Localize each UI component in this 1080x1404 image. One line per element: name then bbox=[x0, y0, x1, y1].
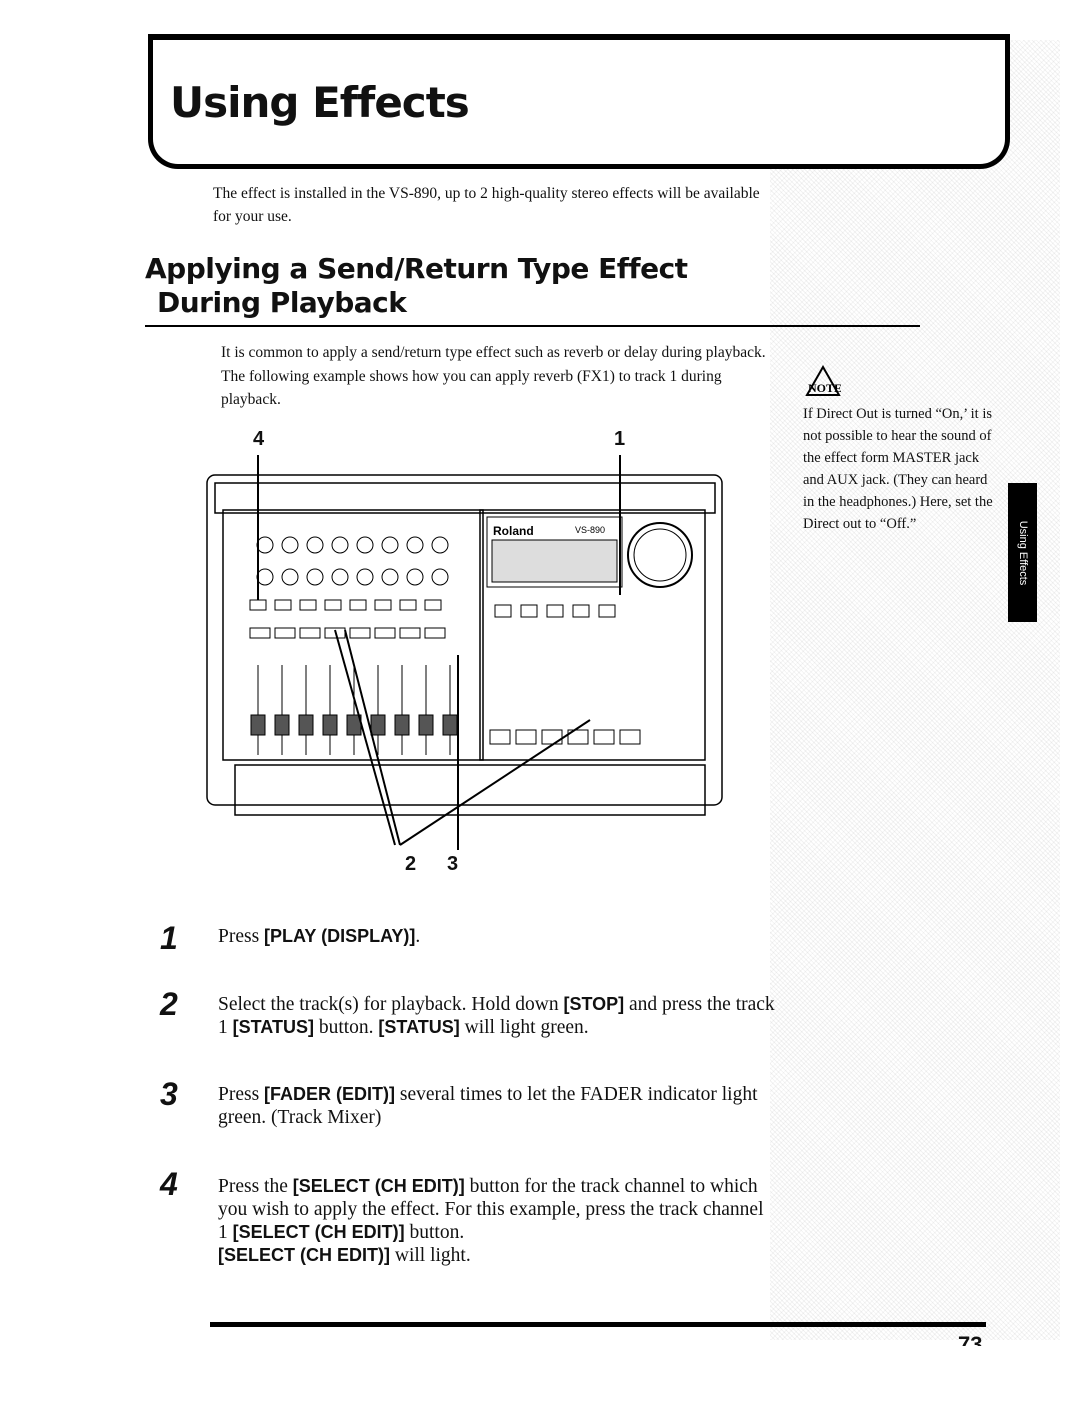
select-button bbox=[324, 599, 342, 611]
step-text: Press [PLAY (DISPLAY)]. bbox=[218, 925, 778, 948]
step-text-segment: will light. bbox=[389, 1245, 471, 1266]
footer-rule bbox=[210, 1322, 986, 1327]
knob bbox=[331, 536, 349, 554]
manual-page: Using Effects The effect is installed in… bbox=[0, 0, 1080, 1404]
step-text-segment: will light green. bbox=[459, 1017, 589, 1038]
page-title: Using Effects bbox=[170, 78, 470, 127]
knob bbox=[406, 536, 424, 554]
note-text: If Direct Out is turned “On,’ it is not … bbox=[803, 406, 993, 532]
select-button bbox=[424, 599, 442, 611]
fader bbox=[370, 714, 386, 736]
brand-label: Roland bbox=[493, 524, 534, 538]
section-heading: Applying a Send/Return Type Effect Durin… bbox=[145, 252, 688, 320]
fader bbox=[274, 714, 290, 736]
step-number: 2 bbox=[160, 986, 178, 1022]
step-text-segment: button. bbox=[404, 1222, 465, 1243]
knob bbox=[331, 568, 349, 586]
panel-button bbox=[598, 604, 616, 618]
button-name: [STOP] bbox=[563, 994, 625, 1014]
transport-button bbox=[619, 729, 641, 745]
status-button bbox=[424, 627, 446, 639]
status-button bbox=[299, 627, 321, 639]
transport-button bbox=[489, 729, 511, 745]
status-button bbox=[349, 627, 371, 639]
panel-button bbox=[572, 604, 590, 618]
fader bbox=[418, 714, 434, 736]
knob bbox=[356, 536, 374, 554]
step-text-segment: Press the bbox=[218, 1176, 293, 1197]
section-rule bbox=[145, 325, 920, 327]
transport-button bbox=[515, 729, 537, 745]
select-button bbox=[274, 599, 292, 611]
transport-button bbox=[541, 729, 563, 745]
intro-text: The effect is installed in the VS-890, u… bbox=[213, 185, 760, 225]
step-text-segment: button. bbox=[313, 1017, 379, 1038]
side-tab-label: Using Effects bbox=[1016, 520, 1029, 585]
section-heading-line2: During Playback bbox=[157, 286, 407, 319]
fader bbox=[250, 714, 266, 736]
knob bbox=[406, 568, 424, 586]
knob bbox=[431, 568, 449, 586]
button-name: [PLAY (DISPLAY)] bbox=[264, 926, 416, 946]
button-name: [SELECT (CH EDIT)] bbox=[218, 1245, 390, 1265]
note-icon: NOTE bbox=[805, 365, 841, 396]
fader bbox=[442, 714, 458, 736]
step-number: 3 bbox=[160, 1076, 178, 1112]
side-tab: Using Effects bbox=[1008, 483, 1037, 622]
panel-button bbox=[520, 604, 538, 618]
button-name: [SELECT (CH EDIT)] bbox=[232, 1222, 405, 1242]
button-name: [STATUS] bbox=[232, 1017, 314, 1037]
step-text: Select the track(s) for playback. Hold d… bbox=[218, 993, 778, 1039]
knob-rows bbox=[256, 536, 449, 586]
fader bbox=[394, 714, 410, 736]
panel-button bbox=[546, 604, 564, 618]
step-text-segment: Select the track(s) for playback. Hold d… bbox=[218, 994, 564, 1015]
svg-text:NOTE: NOTE bbox=[808, 381, 841, 395]
button-name: [FADER (EDIT)] bbox=[264, 1084, 396, 1104]
select-button bbox=[374, 599, 392, 611]
step-text: Press [FADER (EDIT)] several times to le… bbox=[218, 1083, 778, 1129]
knob bbox=[356, 568, 374, 586]
knob bbox=[281, 568, 299, 586]
section-heading-line1: Applying a Send/Return Type Effect bbox=[145, 252, 688, 285]
select-button bbox=[299, 599, 317, 611]
status-button bbox=[249, 627, 271, 639]
fader bbox=[322, 714, 338, 736]
status-button bbox=[374, 627, 396, 639]
button-name: [SELECT (CH EDIT)] bbox=[292, 1176, 465, 1196]
model-label: VS-890 bbox=[575, 525, 605, 535]
step-text: Press the [SELECT (CH EDIT)] button for … bbox=[218, 1175, 778, 1267]
knob bbox=[256, 568, 274, 586]
page-number: 73 bbox=[958, 1334, 982, 1346]
panel-button bbox=[494, 604, 512, 618]
step-text-segment: . bbox=[415, 926, 421, 947]
jog-dial bbox=[627, 522, 693, 588]
step-text-segment: Press bbox=[218, 1084, 265, 1105]
step-number: 1 bbox=[160, 920, 178, 956]
section-paragraph: It is common to apply a send/return type… bbox=[221, 344, 766, 408]
knob bbox=[306, 568, 324, 586]
knob bbox=[381, 536, 399, 554]
select-button bbox=[399, 599, 417, 611]
knob bbox=[381, 568, 399, 586]
scan-texture bbox=[770, 40, 1060, 1340]
select-button bbox=[249, 599, 267, 611]
status-button bbox=[274, 627, 296, 639]
callout-2: 2 bbox=[405, 853, 417, 875]
select-button bbox=[349, 599, 367, 611]
knob bbox=[431, 536, 449, 554]
step-text-segment: Press bbox=[218, 926, 265, 947]
knob bbox=[256, 536, 274, 554]
button-name: [STATUS] bbox=[378, 1017, 460, 1037]
vs890-panel-illustration: Roland VS-890 bbox=[206, 455, 723, 850]
callout-3: 3 bbox=[447, 853, 459, 875]
transport-button bbox=[593, 729, 615, 745]
fader bbox=[298, 714, 314, 736]
status-button bbox=[399, 627, 421, 639]
knob bbox=[281, 536, 299, 554]
step-number: 4 bbox=[160, 1166, 178, 1202]
knob bbox=[306, 536, 324, 554]
